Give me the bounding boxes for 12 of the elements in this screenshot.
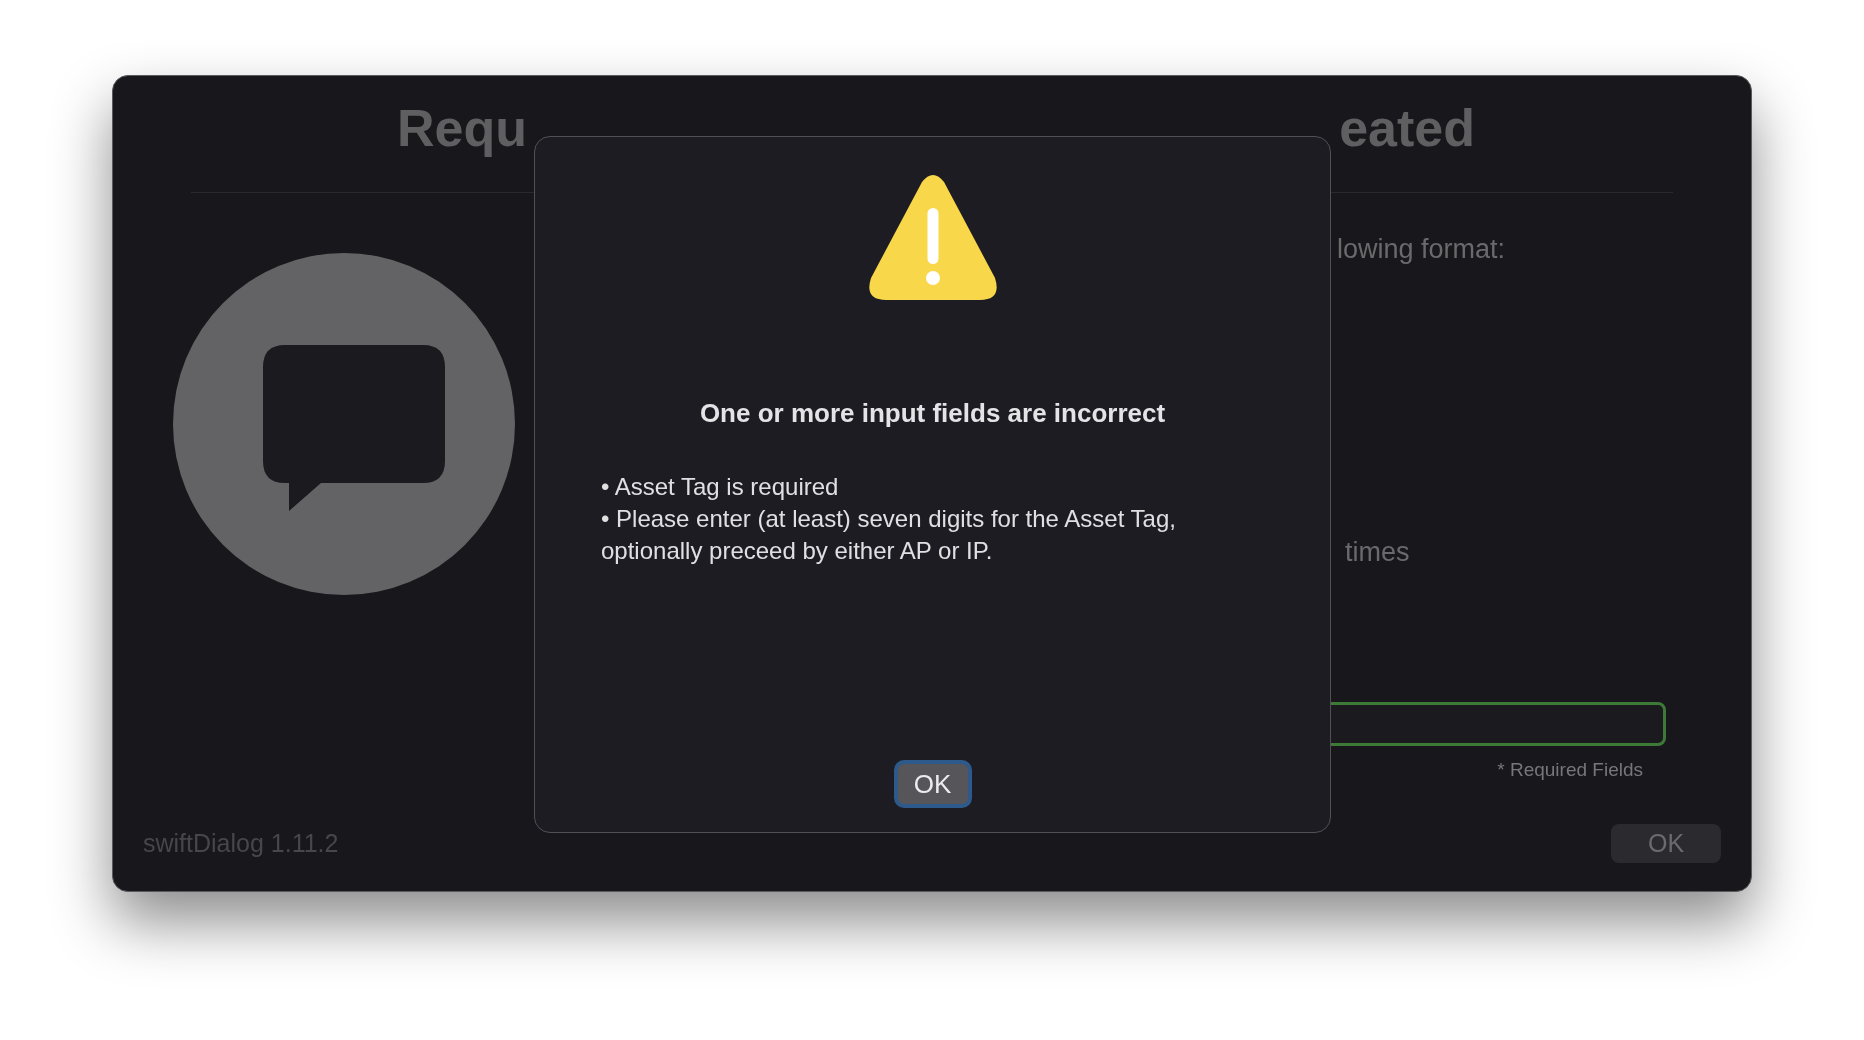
message-text: lowing format:	[1337, 233, 1507, 266]
alert-message-line: • Asset Tag is required	[601, 472, 840, 502]
window-title: eated	[1339, 98, 1475, 159]
window-title: Requ	[397, 98, 527, 159]
alert-heading: One or more input fields are incorrect	[699, 397, 1166, 430]
ok-button[interactable]: OK	[893, 760, 972, 808]
warning-icon	[867, 174, 998, 302]
alert-message-line: optionally preceed by either AP or IP.	[601, 536, 994, 566]
alert-message-line: • Please enter (at least) seven digits for the Asset Tag,	[601, 504, 1176, 534]
speech-bubble-icon	[173, 253, 515, 595]
required-fields-note: * Required Fields	[1497, 758, 1643, 782]
message-text: times	[1345, 535, 1411, 569]
